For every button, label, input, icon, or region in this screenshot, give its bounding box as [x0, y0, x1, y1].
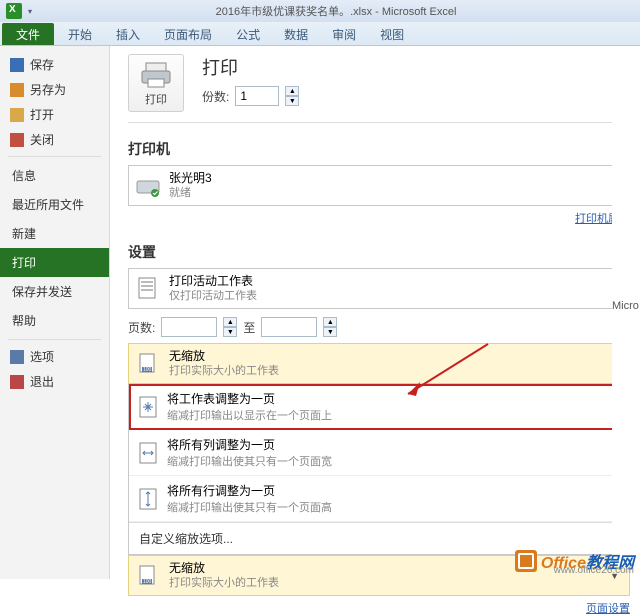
printer-section-label: 打印机 — [128, 139, 630, 159]
tab-view[interactable]: 视图 — [368, 22, 416, 45]
nav-save[interactable]: 保存 — [0, 52, 109, 77]
nav-print[interactable]: 打印 — [0, 248, 109, 277]
print-what-dropdown[interactable]: 打印活动工作表 仅打印活动工作表 ▼ — [128, 268, 630, 309]
scale-none-sub: 打印实际大小的工作表 — [169, 364, 623, 379]
open-icon — [10, 108, 24, 122]
tab-review[interactable]: 审阅 — [320, 22, 368, 45]
printer-icon — [140, 61, 172, 89]
preview-edge-text: Micro — [612, 300, 639, 312]
fit-sheet-icon — [137, 393, 159, 421]
active-sheets-icon — [135, 275, 161, 303]
printer-dropdown[interactable]: 张光明3 就绪 ▼ — [128, 165, 630, 206]
scale-menu: 将工作表调整为一页 缩减打印输出以显示在一个页面上 将所有列调整为一页 缩减打印… — [128, 383, 630, 555]
copies-spin-up[interactable]: ▲ — [285, 86, 299, 96]
print-button-label: 打印 — [133, 91, 179, 107]
scale-fit-columns[interactable]: 将所有列调整为一页 缩减打印输出使其只有一个页面宽 — [129, 430, 629, 476]
no-scaling-icon: 100 — [135, 350, 161, 378]
ribbon-tabs: 文件 开始 插入 页面布局 公式 数据 审阅 视图 — [0, 22, 640, 46]
tab-data[interactable]: 数据 — [272, 22, 320, 45]
copies-spin-down[interactable]: ▼ — [285, 96, 299, 106]
scale-none-title: 无缩放 — [169, 348, 623, 364]
backstage: 保存 另存为 打开 关闭 信息 最近所用文件 新建 打印 保存并发送 帮助 选项… — [0, 46, 640, 579]
scale-fit-rows-sub: 缩减打印输出使其只有一个页面高 — [167, 499, 332, 515]
pages-to-label: 至 — [243, 319, 255, 336]
tab-insert[interactable]: 插入 — [104, 22, 152, 45]
window-title: 2016年市级优课获奖名单。.xlsx - Microsoft Excel — [32, 3, 640, 19]
no-scaling-icon: 100 — [135, 562, 161, 590]
printer-status-icon — [135, 172, 161, 200]
printer-properties-link[interactable]: 打印机属性 — [128, 210, 630, 226]
pages-from-up[interactable]: ▲ — [223, 317, 237, 327]
tab-page-layout[interactable]: 页面布局 — [152, 22, 224, 45]
exit-icon — [10, 375, 24, 389]
scale-fit-sheet-sub: 缩减打印输出以显示在一个页面上 — [167, 407, 332, 423]
pages-to-down[interactable]: ▼ — [323, 327, 337, 337]
close-icon — [10, 133, 24, 147]
print-button[interactable]: 打印 — [128, 54, 184, 112]
scale-fit-cols-title: 将所有列调整为一页 — [167, 436, 332, 453]
print-what-title: 打印活动工作表 — [169, 273, 606, 289]
pages-to-input[interactable] — [261, 317, 317, 337]
scale-fit-sheet[interactable]: 将工作表调整为一页 缩减打印输出以显示在一个页面上 — [129, 384, 629, 430]
nav-save-send[interactable]: 保存并发送 — [0, 277, 109, 306]
svg-text:100: 100 — [143, 579, 152, 585]
title-bar: ▾ 2016年市级优课获奖名单。.xlsx - Microsoft Excel — [0, 0, 640, 22]
scale-fit-sheet-title: 将工作表调整为一页 — [167, 390, 332, 407]
watermark-url: www.office26.com — [554, 565, 634, 576]
pages-from-down[interactable]: ▼ — [223, 327, 237, 337]
print-what-sub: 仅打印活动工作表 — [169, 289, 606, 304]
fit-rows-icon — [137, 485, 159, 513]
nav-save-as[interactable]: 另存为 — [0, 77, 109, 102]
pages-from-input[interactable] — [161, 317, 217, 337]
print-heading: 打印 — [202, 54, 299, 80]
nav-info[interactable]: 信息 — [0, 161, 109, 190]
scale-dropdown-header[interactable]: 100 无缩放 打印实际大小的工作表 — [128, 343, 630, 384]
tab-file[interactable]: 文件 — [2, 23, 54, 45]
page-setup-link[interactable]: 页面设置 — [128, 600, 630, 616]
printer-name: 张光明3 — [169, 170, 606, 186]
scale-fit-cols-sub: 缩减打印输出使其只有一个页面宽 — [167, 453, 332, 469]
nav-options[interactable]: 选项 — [0, 344, 109, 369]
pages-to-up[interactable]: ▲ — [323, 317, 337, 327]
print-panel: 打印 打印 份数: ▲ ▼ 打印机 张光明3 — [110, 46, 640, 579]
nav-close[interactable]: 关闭 — [0, 127, 109, 152]
nav-open[interactable]: 打开 — [0, 102, 109, 127]
scale-fit-rows[interactable]: 将所有行调整为一页 缩减打印输出使其只有一个页面高 — [129, 476, 629, 522]
save-icon — [10, 58, 24, 72]
save-as-icon — [10, 83, 24, 97]
excel-icon — [6, 3, 22, 19]
watermark-logo-icon — [515, 550, 537, 572]
svg-text:100: 100 — [143, 367, 152, 373]
pages-label: 页数: — [128, 319, 155, 336]
scale-fit-rows-title: 将所有行调整为一页 — [167, 482, 332, 499]
nav-exit[interactable]: 退出 — [0, 369, 109, 394]
copies-label: 份数: — [202, 88, 229, 105]
watermark: Office教程网 www.office26.com — [515, 549, 634, 573]
copies-input[interactable] — [235, 86, 279, 106]
backstage-nav: 保存 另存为 打开 关闭 信息 最近所用文件 新建 打印 保存并发送 帮助 选项… — [0, 46, 110, 579]
preview-pane-edge: Micro — [612, 46, 640, 566]
options-icon — [10, 350, 24, 364]
tab-formulas[interactable]: 公式 — [224, 22, 272, 45]
printer-status: 就绪 — [169, 186, 606, 201]
nav-new[interactable]: 新建 — [0, 219, 109, 248]
nav-recent[interactable]: 最近所用文件 — [0, 190, 109, 219]
tab-home[interactable]: 开始 — [56, 22, 104, 45]
fit-columns-icon — [137, 439, 159, 467]
settings-section-label: 设置 — [128, 242, 630, 262]
nav-help[interactable]: 帮助 — [0, 306, 109, 335]
